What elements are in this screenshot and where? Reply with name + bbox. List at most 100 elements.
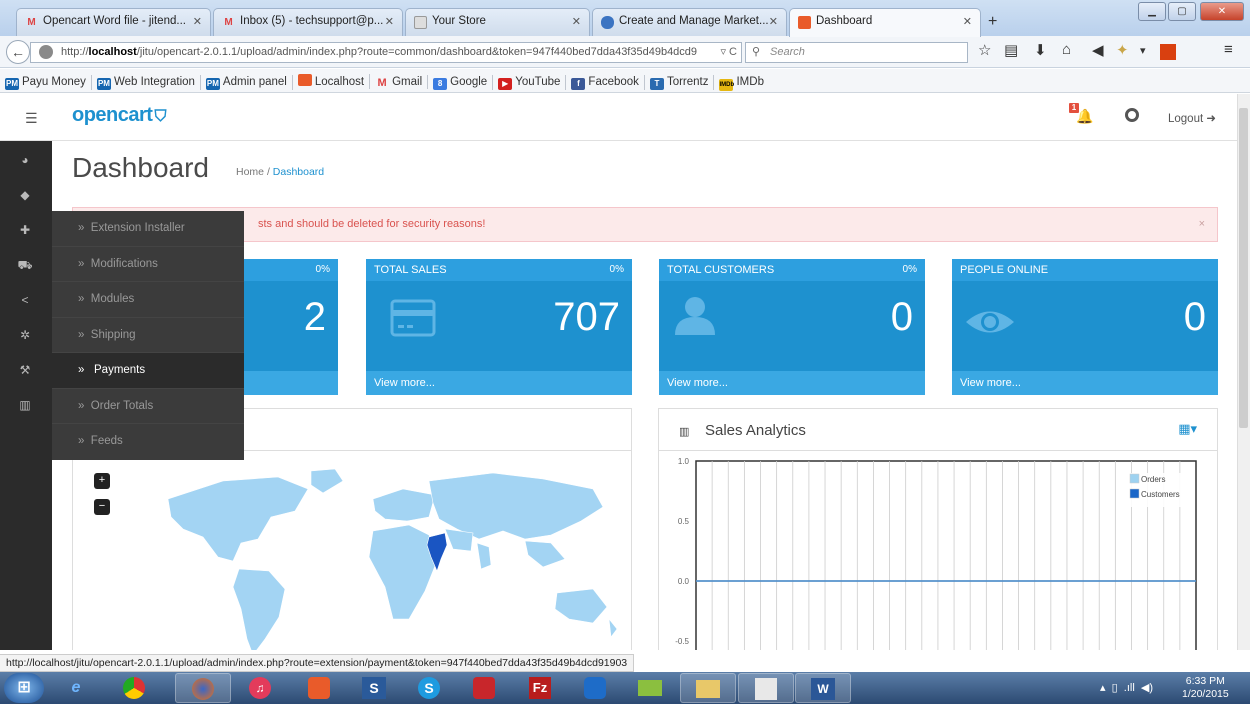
maximize-button[interactable]: ▢ — [1168, 2, 1196, 21]
status-bar-url: http://localhost/jitu/opencart-2.0.1.1/u… — [0, 654, 635, 672]
share-icon[interactable]: < — [12, 293, 38, 309]
word-icon[interactable]: W — [795, 673, 851, 703]
bookmark-localhost[interactable]: Localhost — [293, 74, 371, 89]
close-tab-icon[interactable]: ✕ — [963, 15, 972, 28]
opencart-taskbar-icon[interactable] — [291, 673, 347, 703]
back-button[interactable]: ← — [6, 40, 30, 64]
url-bar[interactable]: http://localhost/jitu/opencart-2.0.1.1/u… — [30, 42, 742, 63]
tile-total-sales: TOTAL SALES 0% 707 View more... — [366, 259, 632, 395]
menu-item-payments[interactable]: » Payments — [52, 353, 244, 389]
alert-close-button[interactable]: × — [1199, 208, 1205, 241]
chart-legend-swatch — [1129, 473, 1140, 484]
tab-inbox[interactable]: M Inbox (5) - techsupport@p... ✕ — [213, 8, 403, 36]
world-map[interactable] — [73, 459, 633, 650]
site-identity-icon[interactable] — [39, 45, 53, 59]
home-icon[interactable]: ⌂ — [1062, 41, 1071, 58]
reading-list-icon[interactable]: ▤ — [1004, 41, 1018, 59]
page-title: Dashboard — [72, 152, 209, 183]
bookmark-label: Google — [450, 76, 488, 88]
close-tab-icon[interactable]: ✕ — [769, 15, 778, 28]
bookmark-torrentz[interactable]: T Torrentz — [645, 75, 715, 90]
tab-your-store[interactable]: Your Store ✕ — [405, 8, 590, 36]
firefox-icon[interactable] — [175, 673, 231, 703]
tile-view-more[interactable]: View more... — [366, 371, 632, 395]
calendar-dropdown-icon[interactable]: ▦▾ — [1178, 421, 1197, 437]
pm-icon: PM — [5, 78, 19, 90]
chart-app-icon[interactable] — [738, 673, 794, 703]
tile-view-more[interactable]: View more... — [659, 371, 925, 395]
menu-icon[interactable]: ≡ — [1224, 41, 1233, 58]
new-tab-button[interactable]: + — [988, 13, 997, 31]
app-s-icon[interactable]: S — [346, 673, 402, 703]
bell-icon[interactable]: 🔔 — [1076, 108, 1093, 125]
addon-red-icon[interactable] — [1160, 44, 1176, 60]
opencart-logo[interactable]: opencart ⛉ — [72, 104, 166, 127]
menu-item-extension-installer[interactable]: » Extension Installer — [52, 211, 244, 247]
pdf-reader-icon[interactable] — [456, 673, 512, 703]
tile-view-more[interactable]: View more... — [952, 371, 1218, 395]
menu-item-feeds[interactable]: » Feeds — [52, 424, 244, 460]
bookmark-admin-panel[interactable]: PM Admin panel — [201, 75, 293, 90]
cog-icon[interactable]: ✲ — [12, 328, 38, 344]
window-close-button[interactable]: ✕ — [1200, 2, 1244, 21]
close-tab-icon[interactable]: ✕ — [572, 15, 581, 28]
logout-link[interactable]: Logout ➜ — [1168, 111, 1216, 125]
reload-icon[interactable]: ▿ C — [716, 43, 737, 62]
addon-icon[interactable]: ✦ — [1116, 41, 1129, 59]
network-icon[interactable] — [622, 673, 678, 703]
tag-icon[interactable]: ◆ — [12, 188, 38, 204]
chrome-icon[interactable] — [106, 673, 162, 703]
wrench-icon[interactable]: ⚒ — [12, 363, 38, 379]
chart-plot-area — [695, 460, 1197, 650]
bookmark-imdb[interactable]: IMDb IMDb — [714, 75, 768, 91]
puzzle-icon[interactable]: ✚ — [12, 223, 38, 239]
close-tab-icon[interactable]: ✕ — [385, 15, 394, 28]
bar-chart-icon[interactable]: ▥ — [12, 398, 38, 414]
menu-item-chevron: » — [78, 222, 85, 234]
search-input[interactable]: ⚲ Search — [745, 42, 968, 63]
shopping-cart-icon[interactable]: ⛟ — [12, 258, 38, 274]
menu-toggle-icon[interactable]: ☰ — [25, 110, 38, 127]
send-icon[interactable]: ◀ — [1092, 41, 1104, 59]
help-lifering-icon[interactable] — [1125, 108, 1139, 122]
tab-create-manage[interactable]: Create and Manage Market... ✕ — [592, 8, 787, 36]
itunes-icon[interactable]: ♫ — [232, 673, 288, 703]
breadcrumb-home[interactable]: Home — [236, 166, 264, 178]
url-prefix: http:// — [61, 46, 89, 58]
dashboard-icon[interactable]: ◕ — [12, 153, 38, 169]
bar-chart-icon: ▥ — [679, 426, 690, 438]
file-explorer-icon[interactable] — [680, 673, 736, 703]
dropdown-arrow-icon[interactable]: ▾ — [1140, 44, 1146, 57]
bookmark-google[interactable]: 8 Google — [428, 75, 494, 90]
internet-explorer-icon[interactable]: e — [48, 673, 104, 703]
tab-dashboard[interactable]: Dashboard ✕ — [789, 8, 981, 37]
eye-icon — [966, 311, 1014, 333]
menu-item-modules[interactable]: » Modules — [52, 282, 244, 318]
bookmark-facebook[interactable]: f Facebook — [566, 75, 645, 90]
skype-icon[interactable]: S — [401, 673, 457, 703]
clock-date: 1/20/2015 — [1182, 688, 1229, 700]
bookmark-web-integration[interactable]: PM Web Integration — [92, 75, 201, 90]
start-button[interactable]: ⊞ — [4, 673, 44, 703]
system-tray[interactable]: ▴ ▯ .ıll ◀) — [1100, 681, 1153, 694]
bookmark-youtube[interactable]: ▶ YouTube — [493, 75, 567, 90]
bookmark-star-icon[interactable]: ☆ — [978, 41, 991, 59]
download-icon[interactable]: ⬇ — [1034, 41, 1047, 59]
bookmark-payu-money[interactable]: PM Payu Money — [0, 75, 92, 90]
teamviewer-icon[interactable] — [567, 673, 623, 703]
scrollbar-thumb[interactable] — [1239, 108, 1248, 428]
taskbar-clock[interactable]: 6:33 PM 1/20/2015 — [1182, 675, 1229, 701]
menu-item-order-totals[interactable]: » Order Totals — [52, 389, 244, 424]
filezilla-icon[interactable]: Fz — [512, 673, 568, 703]
breadcrumb-current[interactable]: Dashboard — [273, 166, 324, 178]
tile-total-customers: TOTAL CUSTOMERS 0% 0 View more... — [659, 259, 925, 395]
windows-taskbar: ⊞ e ♫ S S Fz W ▴ ▯ .ıll ◀) 6:33 PM 1/20/… — [0, 672, 1250, 704]
bookmark-gmail[interactable]: M Gmail — [370, 75, 429, 89]
panel-title: Sales Analytics — [705, 422, 806, 439]
bookmark-label: YouTube — [515, 76, 561, 88]
minimize-button[interactable]: ▁ — [1138, 2, 1166, 21]
menu-item-shipping[interactable]: » Shipping — [52, 318, 244, 353]
tab-opencart-word-file[interactable]: M Opencart Word file - jitend... ✕ — [16, 8, 211, 36]
menu-item-modifications[interactable]: » Modifications — [52, 247, 244, 282]
close-tab-icon[interactable]: ✕ — [193, 15, 202, 28]
